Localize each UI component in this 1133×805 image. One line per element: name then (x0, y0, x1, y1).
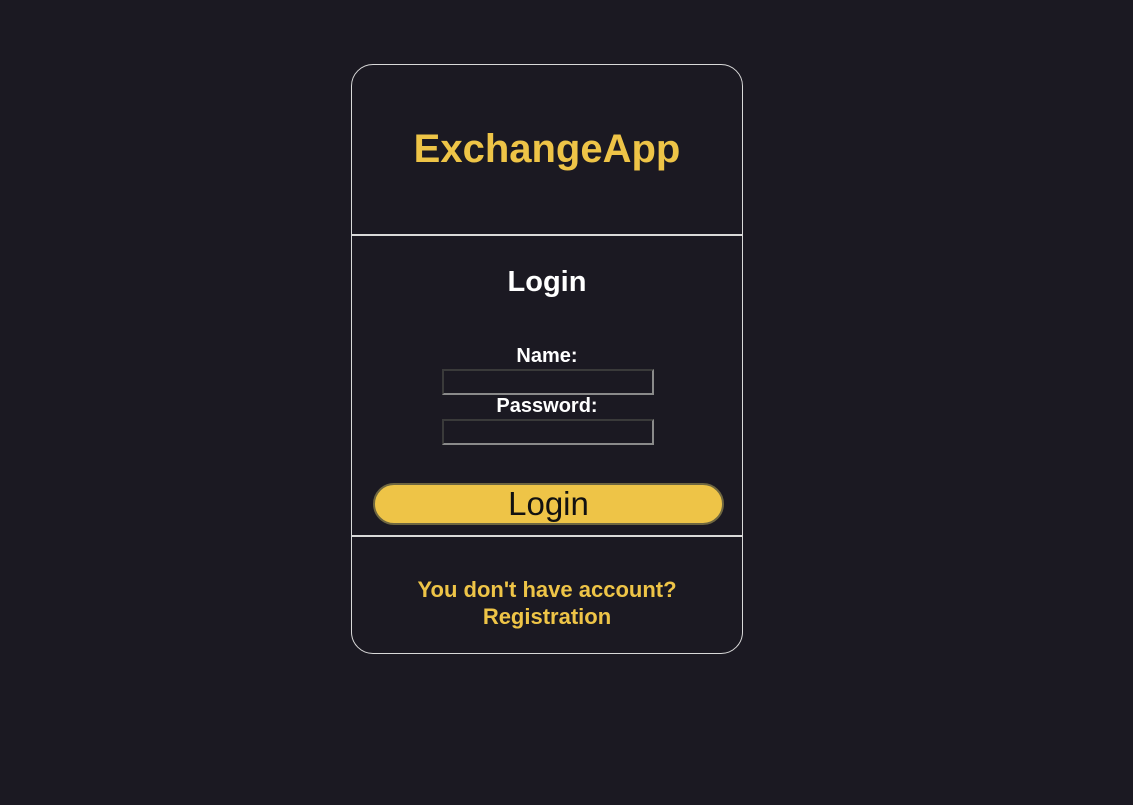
no-account-question: You don't have account? (417, 577, 677, 602)
app-title: ExchangeApp (413, 127, 681, 171)
login-card: ExchangeApp Login Name: Password: Login … (351, 64, 743, 654)
password-label: Password: (496, 395, 598, 417)
name-label: Name: (516, 345, 578, 367)
name-input[interactable] (442, 369, 654, 395)
password-input[interactable] (442, 419, 654, 445)
registration-link[interactable]: Registration (352, 604, 742, 630)
card-header: ExchangeApp (352, 65, 742, 236)
login-heading: Login (507, 266, 587, 298)
login-button[interactable]: Login (373, 483, 724, 525)
card-footer: You don't have account? Registration (352, 537, 742, 653)
login-form: Login Name: Password: Login (352, 236, 742, 537)
